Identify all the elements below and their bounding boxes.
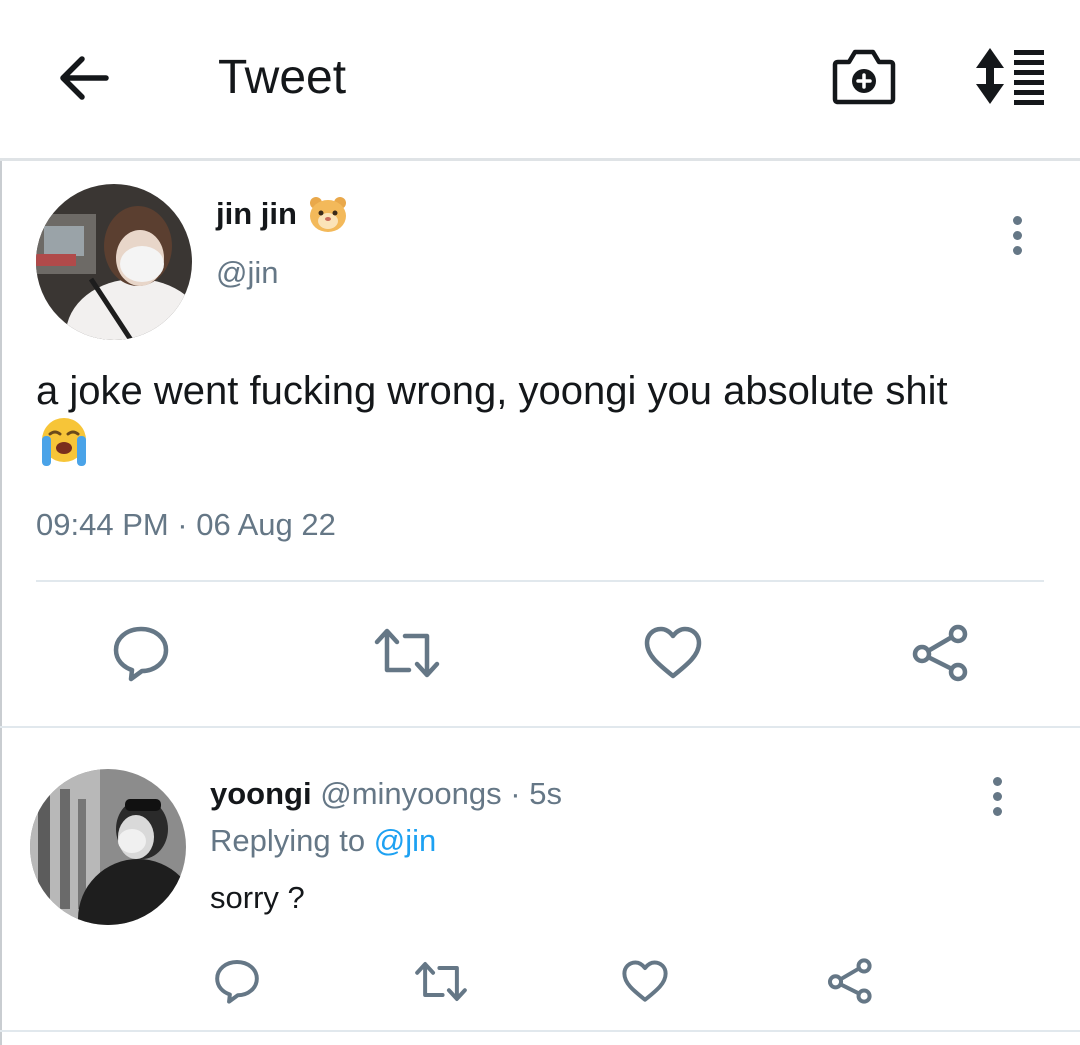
tweet-text: a joke went fucking wrong, yoongi you ab… bbox=[36, 369, 948, 413]
replying-to: Replying to @jin bbox=[210, 823, 436, 859]
crying-emoji bbox=[38, 416, 90, 466]
share-button[interactable] bbox=[826, 958, 872, 1009]
reply-header: yoongi @minyoongs · 5s bbox=[210, 776, 562, 812]
page-title: Tweet bbox=[218, 51, 347, 104]
reply-button[interactable] bbox=[214, 958, 260, 1009]
reply-display-name[interactable]: yoongi bbox=[210, 776, 312, 811]
more-dot bbox=[992, 807, 1002, 816]
avatar[interactable] bbox=[30, 769, 186, 925]
more-dot bbox=[1012, 216, 1022, 225]
mention-link[interactable]: @jin bbox=[374, 823, 436, 858]
retweet-button[interactable] bbox=[414, 960, 468, 1008]
arrow-left-icon bbox=[60, 56, 109, 100]
share-icon bbox=[912, 624, 968, 682]
reply-icon bbox=[113, 626, 169, 682]
retweet-button[interactable] bbox=[373, 626, 441, 685]
bottom-divider bbox=[0, 1030, 1080, 1032]
sort-button[interactable] bbox=[968, 44, 1050, 108]
header-divider bbox=[0, 158, 1080, 161]
reply-button[interactable] bbox=[112, 624, 170, 687]
more-dot bbox=[992, 777, 1002, 786]
like-icon bbox=[622, 960, 668, 1002]
display-name[interactable]: jin jin bbox=[216, 196, 297, 232]
more-dot bbox=[1012, 231, 1022, 240]
meta-separator: · bbox=[510, 776, 521, 811]
replying-prefix: Replying to bbox=[210, 823, 366, 858]
camera-button[interactable] bbox=[830, 44, 898, 108]
user-handle[interactable]: @jin bbox=[216, 255, 278, 291]
reply-time: 5s bbox=[529, 776, 562, 811]
camera-plus-icon bbox=[832, 49, 896, 105]
reply-text: sorry ? bbox=[210, 880, 305, 915]
hamster-emoji bbox=[308, 195, 348, 233]
tweet-divider bbox=[36, 580, 1044, 582]
section-divider bbox=[0, 726, 1080, 728]
avatar[interactable] bbox=[36, 184, 192, 340]
like-button[interactable] bbox=[644, 626, 702, 685]
profile-photo bbox=[30, 769, 186, 925]
share-button[interactable] bbox=[910, 624, 968, 687]
more-options-button[interactable] bbox=[1006, 216, 1028, 266]
sort-list-icon bbox=[976, 48, 1044, 105]
top-app-bar: Tweet bbox=[0, 0, 1080, 160]
like-button[interactable] bbox=[622, 960, 668, 1008]
more-dot bbox=[1012, 246, 1022, 255]
reply-more-options-button[interactable] bbox=[986, 777, 1008, 827]
more-dot bbox=[992, 792, 1002, 801]
back-button[interactable] bbox=[52, 46, 116, 110]
reply-icon bbox=[215, 959, 259, 1004]
profile-photo bbox=[36, 184, 192, 340]
retweet-icon bbox=[374, 628, 440, 678]
tweet-timestamp: 09:44 PM · 06 Aug 22 bbox=[36, 507, 336, 542]
like-icon bbox=[644, 626, 702, 679]
retweet-icon bbox=[415, 962, 467, 1001]
hamster-icon bbox=[310, 197, 346, 232]
reply-handle[interactable]: @minyoongs bbox=[320, 776, 501, 811]
loudly-crying-face-icon bbox=[42, 418, 86, 466]
share-icon bbox=[827, 958, 872, 1004]
